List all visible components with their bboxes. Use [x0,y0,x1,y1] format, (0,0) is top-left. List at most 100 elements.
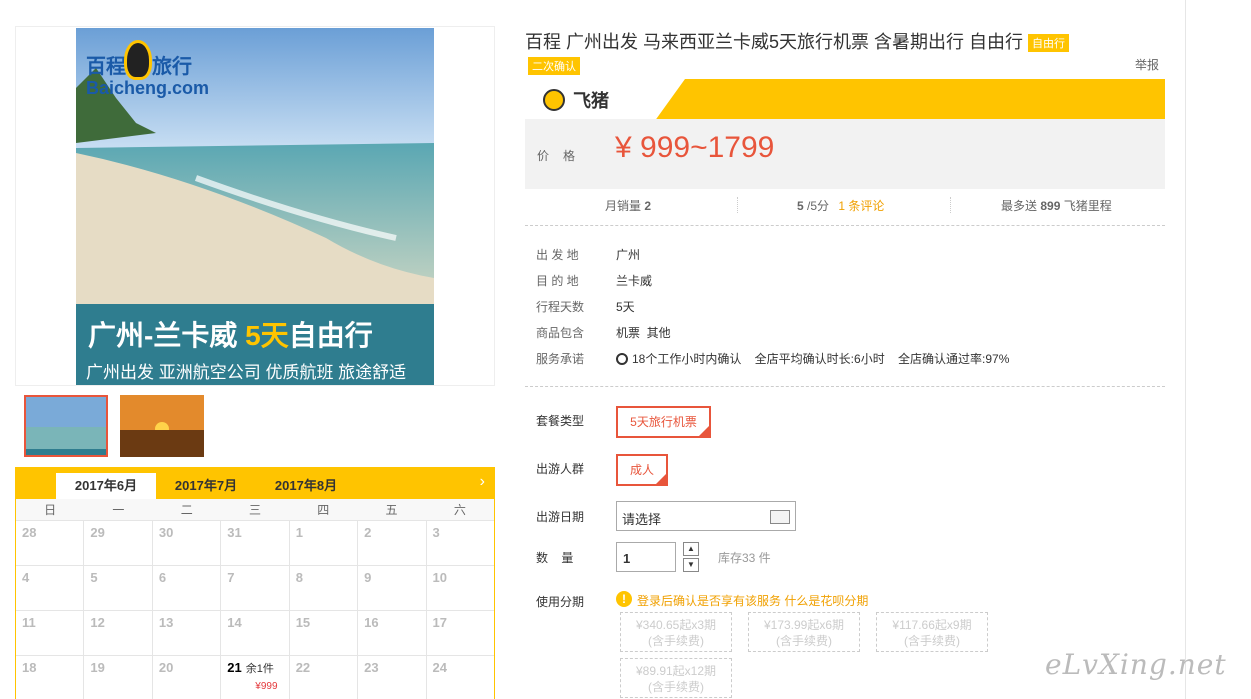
installment-help-link[interactable]: 什么是花呗分期 [784,594,868,608]
calendar-day: 23 [358,656,427,699]
price-panel: 飞猪 价格 ¥ 999~1799 [525,79,1165,189]
banner-title: 广州-兰卡威 5天自由行 [88,320,373,351]
rating: 5 /5分 1 条评论 [797,199,885,213]
main-image[interactable]: 百程 旅行 Baicheng.com 广州-兰卡威 5天自由行 广州出发 亚洲航空… [76,28,434,385]
calendar-week: 11 12 13 14 15 16 17 [16,611,494,656]
available-day-price: ¥999 [255,681,278,692]
calendar-day: 6 [153,566,222,610]
quantity-increase-button[interactable]: ▲ [683,542,699,556]
quantity-decrease-button[interactable]: ▼ [683,558,699,572]
weekday-label: 三 [248,503,261,517]
package-label: 套餐类型 [536,414,585,428]
group-label: 出游人群 [536,462,585,476]
thumbnail-2[interactable] [120,395,204,457]
installment-option[interactable]: ¥340.65起x3期 (含手续费) [620,612,732,652]
banner-subtitle: 广州出发 亚洲航空公司 优质航班 旅途舒适 [86,363,407,382]
package-option-selected[interactable]: 5天旅行机票 [616,406,711,438]
available-day-remain: 余1件 [245,663,274,675]
second-confirm-tag: 二次确认 [528,57,580,75]
quantity-input[interactable]: 1 [616,542,676,572]
calendar-day: 2 [358,521,427,565]
calendar-day: 12 [84,611,153,655]
calendar-day: 19 [84,656,153,699]
weekday-label: 二 [180,503,193,517]
calendar-day: 8 [290,566,359,610]
stat-divider [737,197,738,213]
divider [525,386,1165,387]
brand-logo-en: Baicheng.com [86,78,210,98]
calendar-tab-july[interactable]: 2017年7月 [156,473,256,499]
self-guided-tag: 自由行 [1028,34,1070,53]
departure-label: 出 发 地 [536,248,579,262]
calendar-day: 31 [221,521,290,565]
warning-icon: ! [616,591,632,607]
stock-count: 库存33 件 [718,551,771,565]
availability-calendar: 2017年6月 2017年7月 2017年8月 › 日 一 二 三 四 五 六 … [15,467,495,699]
service-value: 18个工作小时内确认 全店平均确认时长:6小时 全店确认通过率:97% [616,350,1009,367]
destination-label: 目 的 地 [536,274,579,288]
calendar-week: 18 19 20 21 余1件 ¥999 22 23 24 [16,656,494,699]
calendar-day: 17 [432,615,447,630]
divider [525,225,1165,226]
weekday-label: 日 [44,503,57,517]
date-input[interactable]: 请选择 [616,501,796,531]
installment-option[interactable]: ¥89.91起x12期 (含手续费) [620,658,732,698]
departure-value: 广州 [616,248,641,262]
calendar-icon[interactable] [770,510,790,524]
destination-value: 兰卡威 [616,274,653,288]
calendar-day-available[interactable]: 21 余1件 ¥999 [221,656,290,699]
calendar-day: 18 [16,656,85,699]
installment-option[interactable]: ¥117.66起x9期 (含手续费) [876,612,988,652]
calendar-day: 11 [16,611,85,655]
stat-divider [950,197,951,213]
weekday-label: 四 [317,503,330,517]
installment-label: 使用分期 [536,595,585,609]
calendar-day: 5 [84,566,153,610]
weekday-label: 五 [385,503,398,517]
calendar-header: 2017年6月 2017年7月 2017年8月 › [15,467,495,499]
calendar-week: 28 29 30 31 1 2 3 [16,521,494,566]
includes-value: 机票 其他 [616,326,671,340]
calendar-day: 22 [290,656,359,699]
calendar-day: 10 [432,570,447,585]
calendar-day: 30 [153,521,222,565]
installment-option[interactable]: ¥173.99起x6期 (含手续费) [748,612,860,652]
available-day-number: 21 [227,660,242,675]
calendar-grid: 日 一 二 三 四 五 六 28 29 30 31 1 2 3 4 5 6 7 … [15,499,495,699]
sales-stats: 月销量 2 5 /5分 1 条评论 最多送 899 飞猪里程 [525,197,1165,217]
check-circle-icon [616,353,628,365]
calendar-day: 3 [432,525,440,540]
calendar-week: 4 5 6 7 8 9 10 [16,566,494,611]
calendar-day: 7 [221,566,290,610]
report-link[interactable]: 举报 [1135,56,1159,73]
product-title-text: 百程 广州出发 马来西亚兰卡威5天旅行机票 含暑期出行 自由行 [525,32,1024,52]
calendar-tab-august[interactable]: 2017年8月 [256,473,356,499]
calendar-day: 1 [290,521,359,565]
reviews-link[interactable]: 1 条评论 [838,199,884,213]
watermark: eLvXing.net [1045,648,1227,681]
weekday-label: 一 [112,503,125,517]
weekday-header: 日 一 二 三 四 五 六 [16,499,494,521]
calendar-day: 15 [290,611,359,655]
calendar-day: 24 [432,660,447,675]
calendar-tab-june[interactable]: 2017年6月 [56,473,156,499]
fliggy-logo-text: 飞猪 [573,91,609,111]
monthly-sales: 月销量 2 [605,199,652,213]
service-label: 服务承诺 [536,352,585,366]
weekday-label: 六 [453,503,466,517]
calendar-day: 14 [221,611,290,655]
calendar-day: 4 [16,566,85,610]
duration-value: 5天 [616,300,635,314]
duration-label: 行程天数 [536,300,585,314]
fliggy-pig-icon [543,89,565,111]
calendar-next-icon[interactable]: › [480,473,485,491]
group-option-selected[interactable]: 成人 [616,454,668,486]
product-title: 百程 广州出发 马来西亚兰卡威5天旅行机票 含暑期出行 自由行 自由行 [525,28,1070,54]
main-image-container: 百程 旅行 Baicheng.com 广州-兰卡威 5天自由行 广州出发 亚洲航空… [15,26,495,386]
quantity-label: 数 量 [536,551,574,565]
includes-label: 商品包含 [536,326,585,340]
price-label: 价格 [537,149,590,163]
page-frame: 百程 旅行 Baicheng.com 广州-兰卡威 5天自由行 广州出发 亚洲航空… [0,0,1186,699]
calendar-day: 29 [84,521,153,565]
thumbnail-1[interactable] [24,395,108,457]
